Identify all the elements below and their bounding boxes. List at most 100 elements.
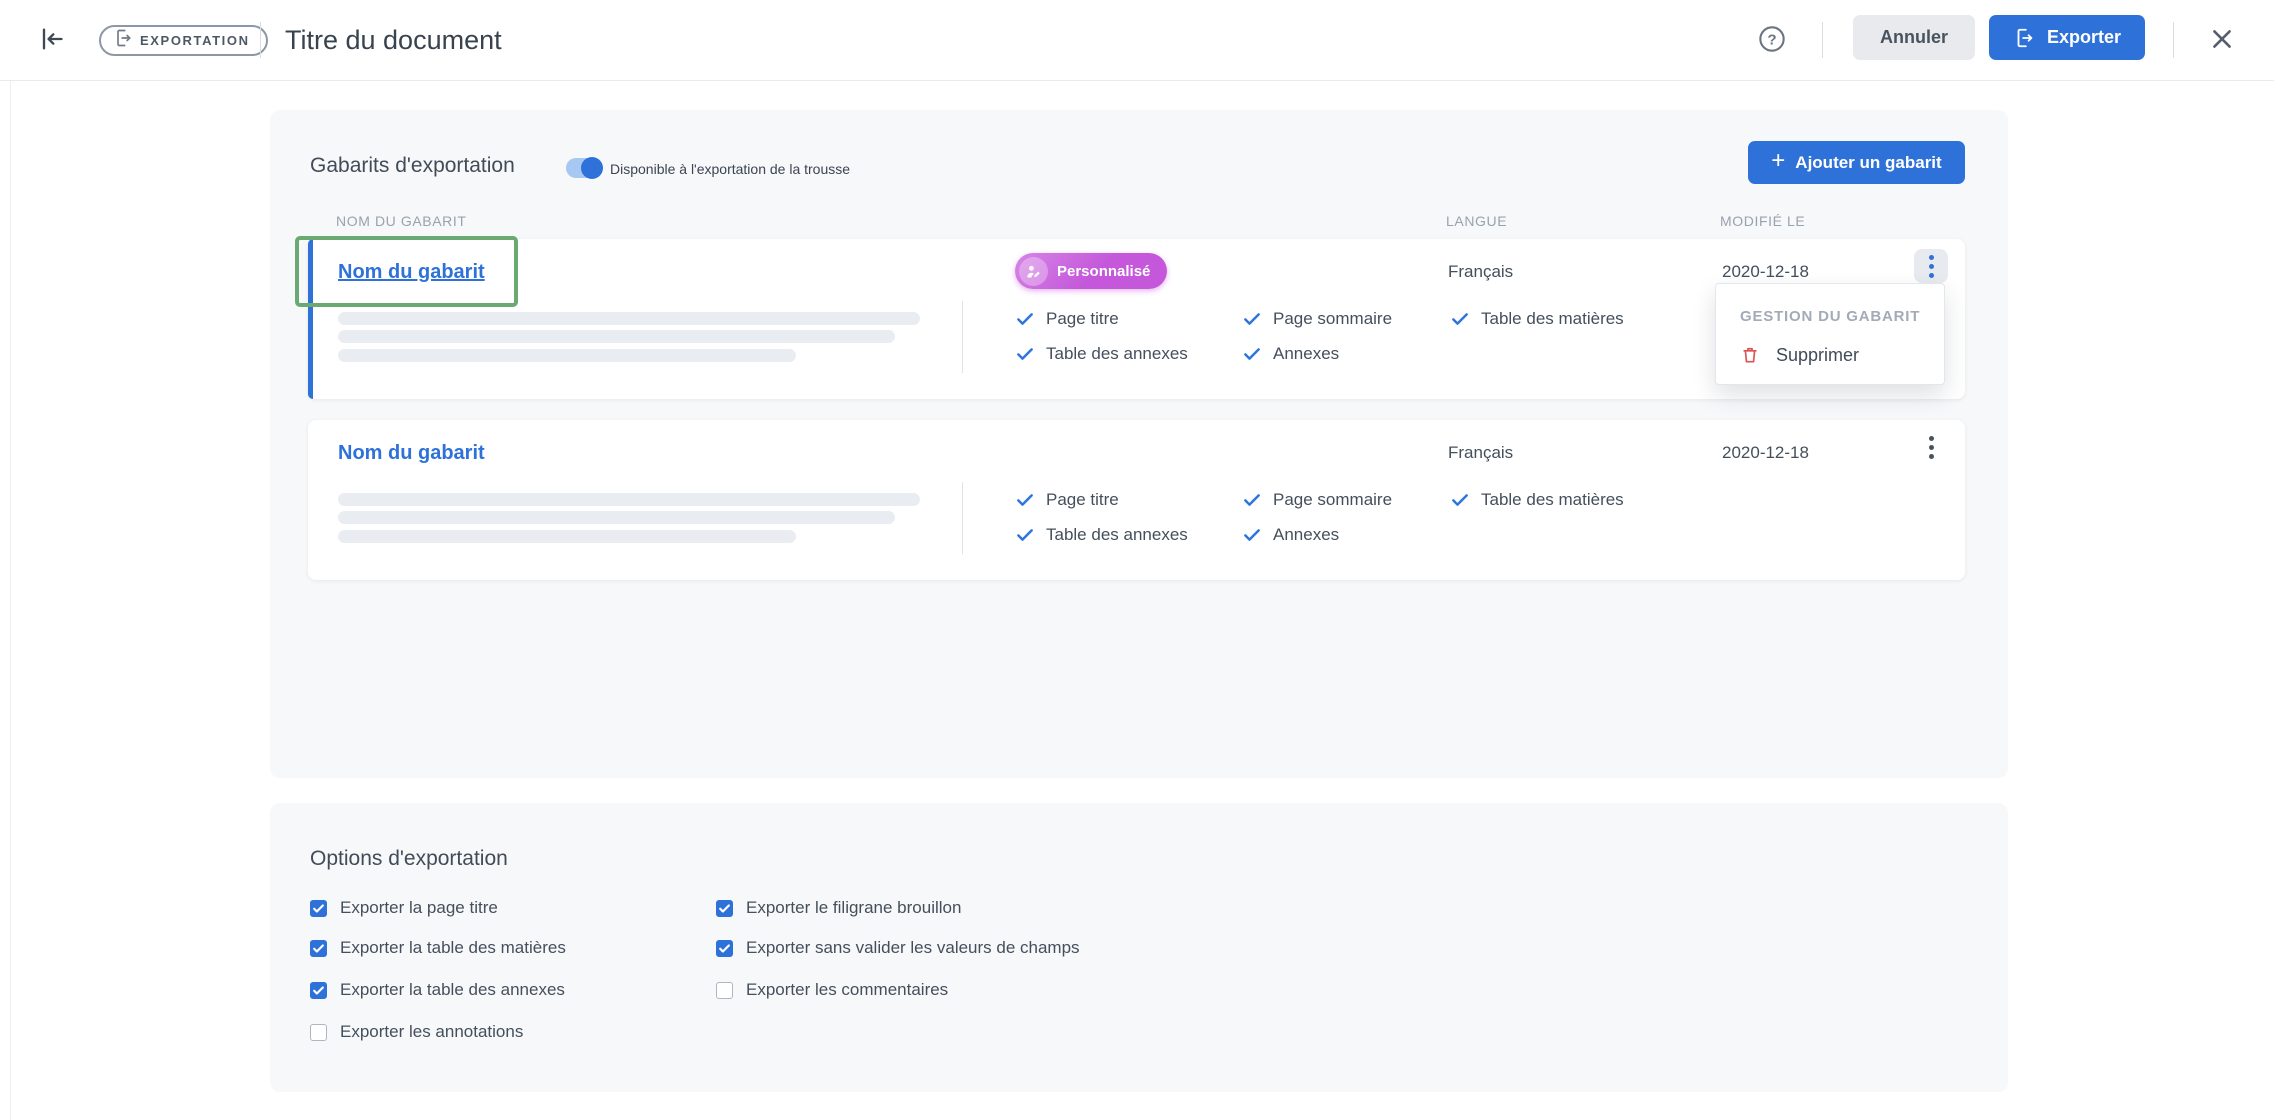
document-export-icon [2013,27,2035,49]
kebab-icon [1929,255,1934,260]
feature-label: Page sommaire [1273,490,1392,510]
feature-item: Page titre [1015,309,1119,329]
template-language: Français [1448,443,1513,463]
option-label: Exporter la table des matières [340,938,566,958]
close-icon [2209,26,2235,57]
feature-item: Page sommaire [1242,490,1392,510]
check-icon [1015,309,1035,329]
checkbox[interactable] [716,982,733,999]
row-menu-button[interactable] [1914,430,1948,464]
option-export-toc[interactable]: Exporter la table des matières [310,938,566,958]
feature-item: Table des matières [1450,309,1624,329]
template-name-link[interactable]: Nom du gabarit [338,442,485,465]
close-button[interactable] [2206,25,2238,57]
feature-item: Annexes [1242,344,1339,364]
templates-panel-title: Gabarits d'exportation [310,154,515,178]
feature-item: Page sommaire [1242,309,1392,329]
column-header-name: NOM DU GABARIT [336,213,467,229]
help-icon: ? [1758,25,1786,58]
document-export-icon [113,28,133,53]
template-name-link[interactable]: Nom du gabarit [338,261,485,284]
option-label: Exporter le filigrane brouillon [746,898,961,918]
feature-label: Table des matières [1481,309,1624,329]
add-template-label: Ajouter un gabarit [1795,153,1941,173]
kit-export-toggle-label: Disponible à l'exportation de la trousse [610,161,850,177]
feature-item: Table des matières [1450,490,1624,510]
column-header-language: LANGUE [1446,213,1507,229]
feature-label: Page titre [1046,490,1119,510]
personalized-badge-label: Personnalisé [1057,263,1150,280]
feature-label: Page sommaire [1273,309,1392,329]
delete-template-label: Supprimer [1776,345,1859,366]
feature-label: Page titre [1046,309,1119,329]
top-bar: EXPORTATION Titre du document ? Annuler … [0,0,2274,81]
option-label: Exporter sans valider les valeurs de cha… [746,938,1080,958]
template-modified-date: 2020-12-18 [1722,443,1809,463]
feature-item: Table des annexes [1015,344,1188,364]
kit-export-toggle[interactable] [566,158,600,178]
option-export-comments[interactable]: Exporter les commentaires [716,980,948,1000]
option-export-annotations[interactable]: Exporter les annotations [310,1022,523,1042]
context-menu-section-label: GESTION DU GABARIT [1740,308,1920,325]
export-button-label: Exporter [2047,27,2121,48]
feature-label: Table des matières [1481,490,1624,510]
exportation-mode-badge: EXPORTATION [99,25,268,56]
user-edit-icon [1019,257,1048,286]
option-label: Exporter les annotations [340,1022,523,1042]
skeleton-line [338,330,895,343]
cancel-button[interactable]: Annuler [1853,15,1975,60]
option-label: Exporter la page titre [340,898,498,918]
export-templates-panel: Gabarits d'exportation Disponible à l'ex… [270,110,2008,778]
add-template-button[interactable]: + Ajouter un gabarit [1748,141,1965,184]
help-button[interactable]: ? [1757,26,1787,56]
vertical-divider [962,301,963,373]
template-language: Français [1448,262,1513,282]
check-icon [1450,309,1470,329]
toggle-knob [581,157,603,179]
option-label: Exporter les commentaires [746,980,948,1000]
checkbox[interactable] [716,900,733,917]
collapse-sidebar-button[interactable] [36,26,66,56]
skeleton-line [338,511,895,524]
option-export-annex-table[interactable]: Exporter la table des annexes [310,980,565,1000]
feature-label: Annexes [1273,344,1339,364]
feature-item: Table des annexes [1015,525,1188,545]
header-divider [2173,22,2174,58]
checkbox[interactable] [310,900,327,917]
mode-badge-label: EXPORTATION [140,33,250,48]
sidebar-edge-line [10,81,11,1120]
row-menu-button[interactable] [1914,249,1948,283]
skeleton-line [338,349,796,362]
feature-item: Page titre [1015,490,1119,510]
feature-label: Annexes [1273,525,1339,545]
feature-item: Annexes [1242,525,1339,545]
plus-icon: + [1771,149,1785,173]
checkbox[interactable] [310,1024,327,1041]
export-button[interactable]: Exporter [1989,15,2145,60]
skeleton-line [338,312,920,325]
page-title: Titre du document [285,25,502,56]
checkbox[interactable] [716,940,733,957]
skeleton-line [338,493,920,506]
trash-icon [1740,345,1760,365]
header-divider [1822,22,1823,58]
export-screen: EXPORTATION Titre du document ? Annuler … [0,0,2274,1120]
delete-template-menu-item[interactable]: Supprimer [1716,336,1944,374]
template-row[interactable]: Nom du gabarit Page titre Page sommaire … [308,420,1965,580]
skeleton-line [338,530,796,543]
option-label: Exporter la table des annexes [340,980,565,1000]
option-export-without-validation[interactable]: Exporter sans valider les valeurs de cha… [716,938,1080,958]
header-divider [260,22,261,58]
template-modified-date: 2020-12-18 [1722,262,1809,282]
option-export-draft-watermark[interactable]: Exporter le filigrane brouillon [716,898,961,918]
check-icon [1242,490,1262,510]
svg-text:?: ? [1767,31,1776,48]
vertical-divider [962,482,963,554]
checkbox[interactable] [310,940,327,957]
check-icon [1450,490,1470,510]
column-header-modified: MODIFIÉ LE [1720,213,1805,229]
check-icon [1242,525,1262,545]
check-icon [1242,344,1262,364]
option-export-title-page[interactable]: Exporter la page titre [310,898,498,918]
checkbox[interactable] [310,982,327,999]
